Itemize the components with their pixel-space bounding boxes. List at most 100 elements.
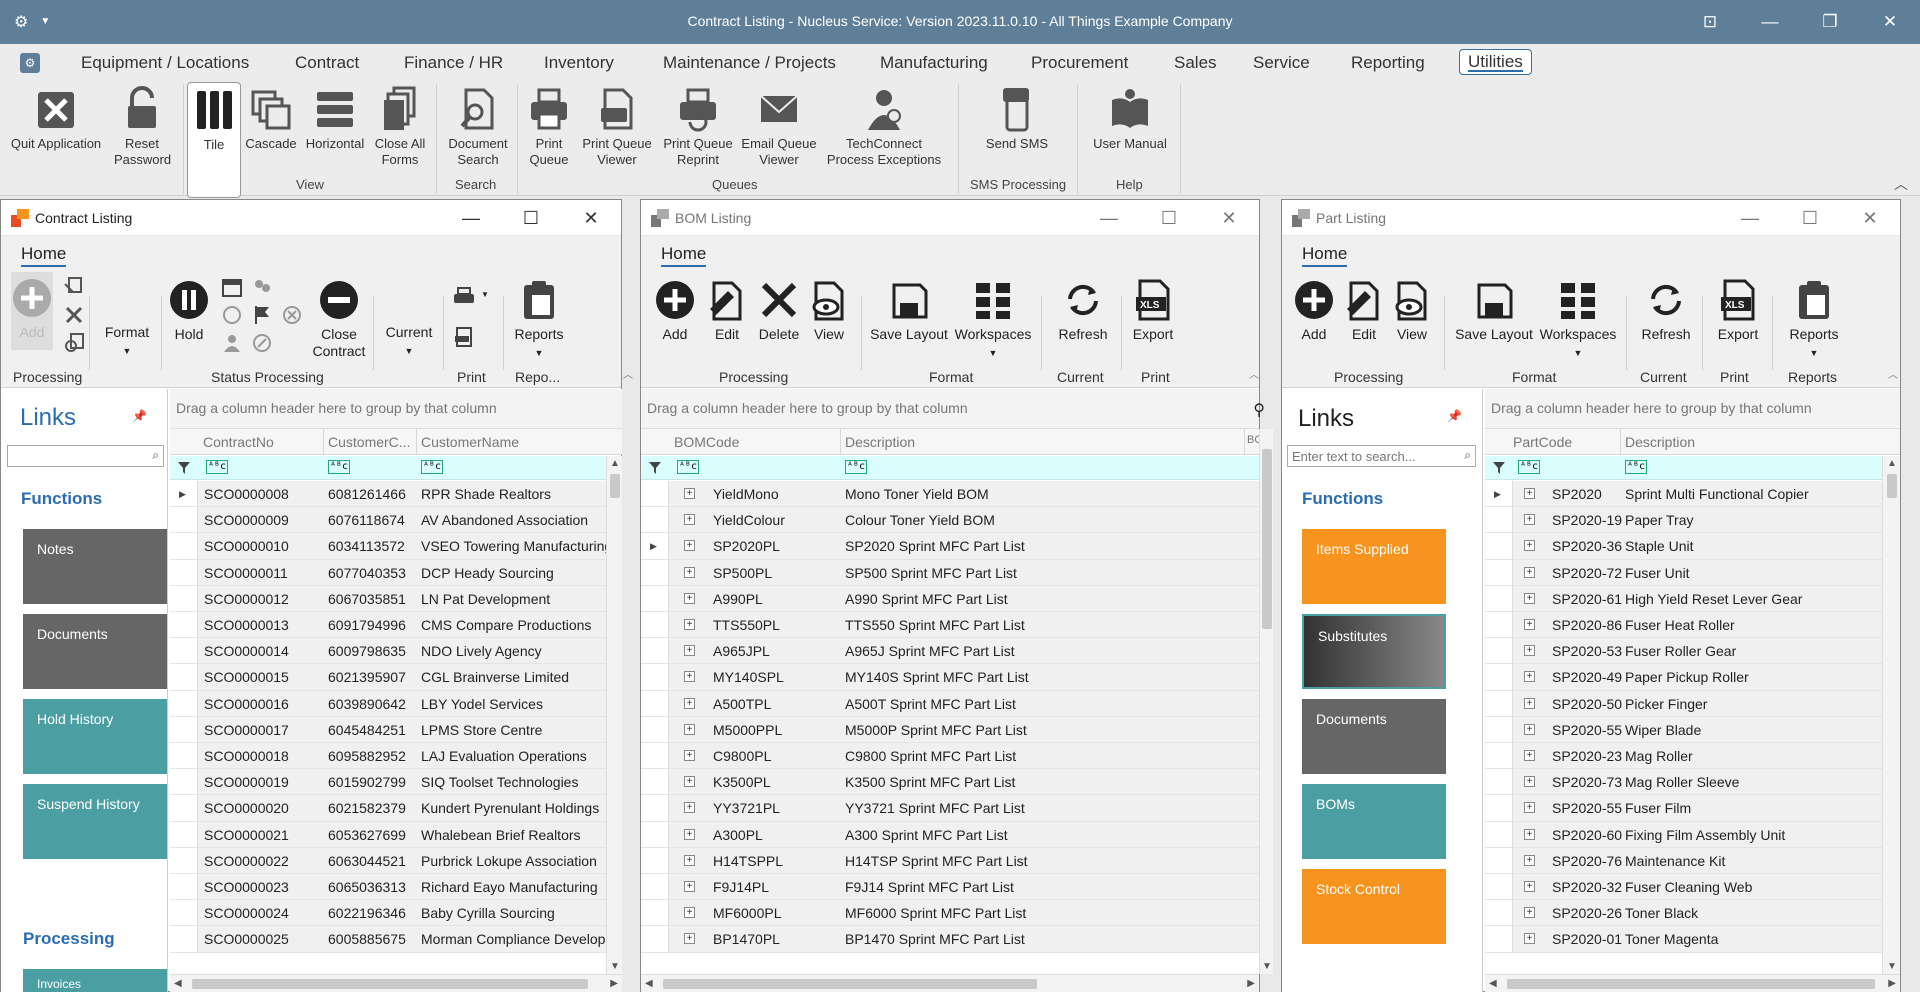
format-dropdown[interactable]: Format ▼ bbox=[99, 324, 155, 360]
table-row[interactable]: + SP2020-3295Fuser Cleaning Web bbox=[1485, 874, 1882, 901]
expand-row-icon[interactable]: + bbox=[684, 514, 695, 526]
expand-row-icon[interactable]: + bbox=[1524, 697, 1535, 709]
expand-row-icon[interactable]: + bbox=[1524, 828, 1535, 840]
expand-row-icon[interactable]: + bbox=[1524, 776, 1535, 788]
table-row[interactable]: + H14TSPPL H14TSP Sprint MFC Part List bbox=[641, 847, 1259, 874]
column-customername[interactable]: CustomerName bbox=[421, 434, 519, 450]
table-row[interactable]: SCO0000023 6065036313 Richard Eayo Manufac… bbox=[170, 874, 622, 901]
vertical-scrollbar[interactable]: ▲ ▼ bbox=[1882, 456, 1900, 974]
table-row[interactable]: + SP2020-4933Paper Pickup Roller bbox=[1485, 664, 1882, 691]
calendar-icon[interactable] bbox=[221, 276, 243, 298]
menu-sales[interactable]: Sales bbox=[1174, 53, 1217, 73]
table-row[interactable]: SCO0000017 6045484251 LPMS Store Centre bbox=[170, 716, 622, 743]
filter-row[interactable]: ᴬᴮc ᴬᴮc bbox=[641, 456, 1259, 480]
expand-row-icon[interactable]: + bbox=[1524, 645, 1535, 657]
expand-row-icon[interactable]: + bbox=[1524, 566, 1535, 578]
table-row[interactable]: + SP2020-2352Mag Roller bbox=[1485, 743, 1882, 770]
delete-icon[interactable] bbox=[63, 304, 85, 326]
cancel-circle-icon[interactable] bbox=[281, 304, 303, 326]
tile-documents[interactable]: Documents bbox=[23, 614, 167, 689]
tile-substitutes[interactable]: Substitutes bbox=[1302, 614, 1446, 689]
tile-hold-history[interactable]: Hold History bbox=[23, 699, 167, 774]
column-contractno[interactable]: ContractNo bbox=[203, 434, 274, 450]
send-sms-button[interactable]: Send SMS bbox=[982, 86, 1052, 152]
links-search-input[interactable]: ⌕ bbox=[7, 445, 164, 467]
close-all-forms-button[interactable]: Close All Forms bbox=[372, 86, 428, 168]
suspend-icon[interactable] bbox=[221, 304, 243, 326]
table-row[interactable]: + A500TPL A500T Sprint MFC Part List bbox=[641, 690, 1259, 717]
group-by-area[interactable]: Drag a column header here to group by th… bbox=[1485, 389, 1900, 429]
delete-button[interactable]: Delete bbox=[753, 278, 805, 343]
filter-bomcode[interactable]: ᴬᴮc bbox=[677, 460, 700, 474]
user-manual-button[interactable]: User Manual bbox=[1090, 86, 1170, 152]
minimize-button[interactable]: — bbox=[1079, 200, 1139, 236]
tile-suspend-history[interactable]: Suspend History bbox=[23, 784, 167, 859]
expand-row-icon[interactable]: + bbox=[684, 566, 695, 578]
horizontal-scrollbar[interactable]: ◀ ▶ bbox=[641, 974, 1259, 992]
hold-button[interactable]: Hold bbox=[167, 278, 211, 343]
filter-customername[interactable]: ᴬᴮc bbox=[421, 460, 444, 474]
table-row[interactable]: ▶ SCO0000008 6081261466 RPR Shade Realtors bbox=[170, 481, 622, 508]
table-row[interactable]: SCO0000019 6015902799 SIQ Toolset Technolo… bbox=[170, 769, 622, 796]
menu-procurement[interactable]: Procurement bbox=[1031, 53, 1128, 73]
ok-circle-icon[interactable] bbox=[251, 332, 273, 354]
print-queue-button[interactable]: Print Queue bbox=[526, 86, 572, 168]
table-row[interactable]: + BP1470PL BP1470 Sprint MFC Part List bbox=[641, 926, 1259, 953]
table-row[interactable]: + SP2020-5526Fuser Film bbox=[1485, 795, 1882, 822]
filter-icon[interactable] bbox=[649, 462, 661, 474]
expand-row-icon[interactable]: + bbox=[1524, 488, 1535, 499]
close-contract-button[interactable]: Close Contract bbox=[311, 278, 367, 360]
table-row[interactable]: SCO0000020 6021582379 Kundert Pyrenulant H… bbox=[170, 795, 622, 822]
filter-icon[interactable] bbox=[178, 462, 190, 474]
expand-row-icon[interactable]: + bbox=[684, 802, 695, 814]
table-row[interactable]: SCO0000014 6009798635 NDO Lively Agency bbox=[170, 638, 622, 665]
menu-inventory[interactable]: Inventory bbox=[544, 53, 614, 73]
reset-password-button[interactable]: Reset Password bbox=[114, 86, 171, 168]
xls-print-icon[interactable] bbox=[453, 326, 475, 348]
links-search-input[interactable]: Enter text to search... ⌕ bbox=[1287, 445, 1476, 467]
filter-partcode[interactable]: ᴬᴮc bbox=[1518, 460, 1541, 474]
expand-row-icon[interactable]: + bbox=[684, 488, 695, 499]
tile-button[interactable]: Tile bbox=[187, 82, 241, 198]
table-row[interactable]: + SP2020-7223Fuser Unit bbox=[1485, 559, 1882, 586]
expand-row-icon[interactable]: + bbox=[684, 723, 695, 735]
table-row[interactable]: + MY140SPL MY140S Sprint MFC Part List bbox=[641, 664, 1259, 691]
menu-equipment-locations[interactable]: Equipment / Locations bbox=[81, 53, 249, 73]
collapse-ribbon-icon[interactable]: ︿ bbox=[1249, 366, 1259, 381]
table-row[interactable]: + SP2020-7652Maintenance Kit bbox=[1485, 847, 1882, 874]
flag-icon[interactable] bbox=[251, 304, 273, 326]
menu-reporting[interactable]: Reporting bbox=[1351, 53, 1425, 73]
table-row[interactable]: + C9800PL C9800 Sprint MFC Part List bbox=[641, 743, 1259, 770]
table-row[interactable]: + K3500PL K3500 Sprint MFC Part List bbox=[641, 769, 1259, 796]
tab-home[interactable]: Home bbox=[21, 244, 67, 267]
menu-manufacturing[interactable]: Manufacturing bbox=[880, 53, 988, 73]
document-search-button[interactable]: Document Search bbox=[448, 86, 508, 168]
expand-row-icon[interactable]: + bbox=[1524, 750, 1535, 761]
tile-items-supplied[interactable]: Items Supplied bbox=[1302, 529, 1446, 604]
workspaces-dropdown[interactable]: Workspaces ▼ bbox=[1538, 278, 1618, 362]
current-dropdown[interactable]: Current ▼ bbox=[381, 324, 437, 360]
table-row[interactable]: + SP2020-0102Toner Magenta bbox=[1485, 926, 1882, 953]
workspaces-dropdown[interactable]: Workspaces ▼ bbox=[953, 278, 1033, 362]
menu-utilities[interactable]: Utilities bbox=[1459, 49, 1532, 75]
restore-layout-icon[interactable]: ⊡ bbox=[1680, 0, 1740, 44]
tab-home[interactable]: Home bbox=[661, 244, 707, 267]
minimize-button[interactable]: — bbox=[441, 200, 501, 236]
tile-documents[interactable]: Documents bbox=[1302, 699, 1446, 774]
tab-home[interactable]: Home bbox=[1302, 244, 1348, 267]
table-row[interactable]: + SP500PL SP500 Sprint MFC Part List bbox=[641, 559, 1259, 586]
people-icon[interactable] bbox=[251, 276, 273, 298]
refresh-button[interactable]: Refresh bbox=[1051, 278, 1115, 343]
printer-icon[interactable] bbox=[453, 286, 475, 308]
copy-icon[interactable] bbox=[63, 276, 85, 298]
vertical-scrollbar[interactable]: ▼ bbox=[1259, 429, 1273, 974]
expand-row-icon[interactable]: + bbox=[1524, 723, 1535, 735]
add-button[interactable]: Add bbox=[653, 278, 697, 343]
table-row[interactable]: SCO0000021 6053627699 Whalebean Brief Real… bbox=[170, 821, 622, 848]
refresh-doc-icon[interactable] bbox=[63, 332, 85, 354]
refresh-button[interactable]: Refresh bbox=[1634, 278, 1698, 343]
expand-row-icon[interactable]: + bbox=[684, 540, 695, 552]
filter-contractno[interactable]: ᴬᴮc bbox=[206, 460, 229, 474]
filter-customercode[interactable]: ᴬᴮc bbox=[328, 460, 351, 474]
edit-button[interactable]: Edit bbox=[705, 278, 749, 343]
